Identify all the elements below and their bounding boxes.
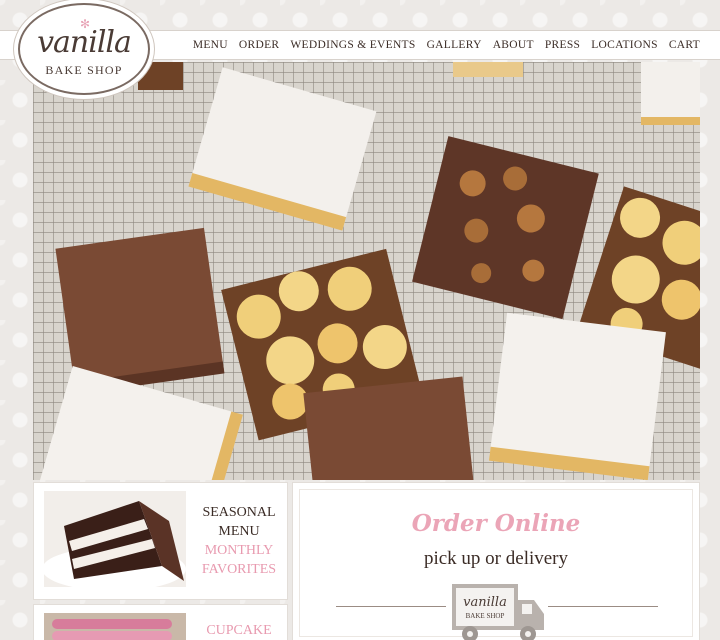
site-logo[interactable]: ✻ vanilla BAKE SHOP <box>18 3 150 95</box>
order-online-panel[interactable]: Order Online pick up or delivery vanilla… <box>292 482 700 640</box>
hero-photo-illustration <box>33 62 700 480</box>
logo-script-text: vanilla <box>37 25 132 60</box>
nav-item-press[interactable]: PRESS <box>545 39 580 51</box>
nav-item-weddings-events[interactable]: WEDDINGS & EVENTS <box>290 39 415 51</box>
order-online-title[interactable]: Order Online <box>300 510 692 537</box>
order-inner-frame: Order Online pick up or delivery vanilla… <box>299 489 693 640</box>
delivery-truck-icon: vanilla BAKE SHOP <box>452 582 546 640</box>
logo-subtitle: BAKE SHOP <box>45 63 123 77</box>
divider-right <box>548 606 658 607</box>
favorites-label: FAVORITES <box>201 562 277 577</box>
menu-label: MENU <box>218 524 260 539</box>
truck-logo-subtitle: BAKE SHOP <box>466 612 505 620</box>
nav-item-gallery[interactable]: GALLERY <box>427 39 482 51</box>
divider-left <box>336 606 446 607</box>
cupcake-label: CUPCAKE <box>206 623 272 638</box>
main-nav: MENU ORDER WEDDINGS & EVENTS GALLERY ABO… <box>193 39 700 51</box>
order-subtitle: pick up or delivery <box>423 548 569 569</box>
nav-item-order[interactable]: ORDER <box>239 39 279 51</box>
cake-slice-illustration <box>44 491 186 587</box>
monthly-label: MONTHLY <box>204 543 274 558</box>
seasonal-label: SEASONAL <box>202 505 276 520</box>
nav-item-menu[interactable]: MENU <box>193 39 228 51</box>
nav-item-about[interactable]: ABOUT <box>493 39 534 51</box>
cupcake-panel[interactable]: CUPCAKE <box>33 604 288 640</box>
nav-item-locations[interactable]: LOCATIONS <box>591 39 658 51</box>
macaron-illustration <box>44 613 186 640</box>
macaron-image <box>44 613 186 640</box>
cake-slice-image <box>44 491 186 587</box>
seasonal-menu-panel[interactable]: SEASONAL MENU MONTHLY FAVORITES <box>33 482 288 600</box>
truck-logo-script: vanilla <box>463 595 507 610</box>
hero-image <box>33 62 700 480</box>
nav-item-cart[interactable]: CART <box>669 39 700 51</box>
